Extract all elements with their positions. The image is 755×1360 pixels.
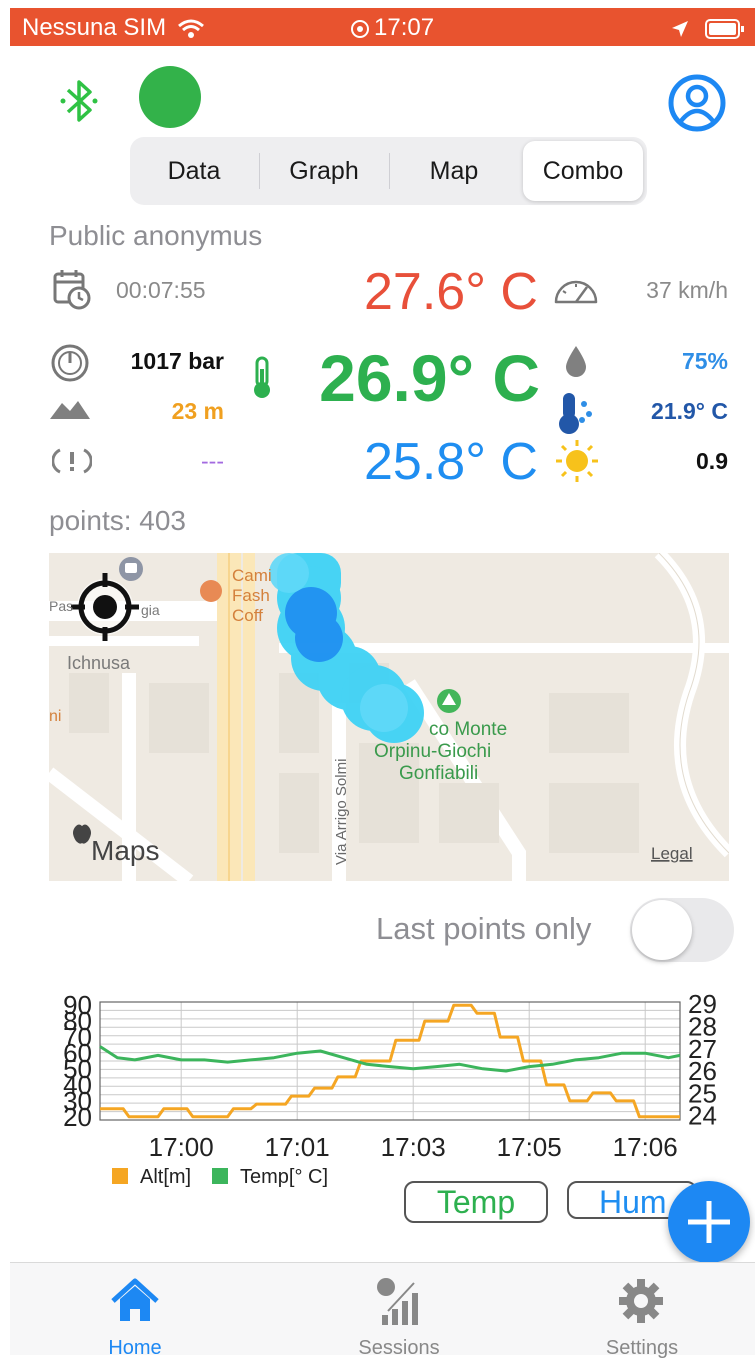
legend-label: Temp[° C] [240,1166,328,1188]
alarm-icon [351,19,369,38]
tab-sessions[interactable]: Sessions [324,1263,474,1359]
tab-settings[interactable]: Settings [567,1263,717,1359]
map-label-park-line3: Gonfiabili [399,763,478,784]
x-axis-tick: 17:00 [149,1132,214,1162]
x-axis-tick: 17:05 [497,1132,562,1162]
bluetooth-icon[interactable] [60,76,98,126]
segment-map[interactable]: Map [390,141,518,201]
calendar-clock-icon [53,270,91,310]
map-label-gia: gia [141,602,160,618]
current-temperature-value: 26.9° C [319,341,540,415]
x-axis-tick: 17:06 [613,1132,678,1162]
legend-swatch [212,1168,228,1184]
sun-uv-icon [556,440,598,482]
barometer-icon [51,344,89,382]
plus-icon [688,1201,730,1243]
status-time: 17:07 [350,14,434,42]
map-label-cami: Cami [232,566,272,585]
combo-line-chart: 908070605040302029282726252417:00 17:01 17… [63,990,717,1188]
segment-graph[interactable]: Graph [260,141,388,201]
location-arrow-icon [672,20,689,37]
map-label-coff: Coff [232,606,263,625]
user-profile-icon[interactable] [668,74,726,132]
x-axis-tick: 17:01 [265,1132,330,1162]
map-label-ichnusa: Ichnusa [67,653,131,673]
map-label-park-line2: Orpinu-Giochi [374,741,491,762]
view-mode-segmented-control: Data Graph Map Combo [130,137,647,205]
rotation-alert-icon [52,448,92,474]
left-axis-tick: 20 [63,1102,92,1132]
bottom-tab-bar: Home Sessions Settings [10,1262,755,1359]
status-bar: Nessuna SIM 17:07 [10,8,755,46]
altitude-value: 23 m [171,398,224,424]
speedometer-icon [554,280,598,304]
map-legal-link: Legal [651,844,693,863]
legend-swatch [112,1168,128,1184]
last-points-only-label: Last points only [376,911,592,946]
pressure-value: 1017 bar [130,348,224,374]
wifi-icon [177,19,204,38]
rotation-value: --- [201,448,224,474]
toggle-knob [632,900,692,960]
tab-settings-label: Settings [605,1337,679,1359]
dew-point-value: 21.9° C [651,398,728,424]
map-label-fash: Fash [232,586,270,605]
max-temperature-value: 27.6° C [363,263,538,321]
points-count-label: points: 403 [49,505,186,536]
last-points-only-toggle[interactable] [630,898,734,962]
thermometer-icon [254,356,270,398]
speed-value: 37 km/h [646,277,728,303]
map-label-pas: Pas [49,598,73,614]
segment-combo[interactable]: Combo [523,141,643,201]
uv-index-value: 0.9 [696,448,728,474]
connection-status-indicator [139,66,201,128]
carrier-label: Nessuna SIM [22,14,205,42]
tab-home-label: Home [108,1337,162,1359]
tab-sessions-label: Sessions [358,1337,440,1359]
min-temperature-value: 25.8° C [363,433,538,491]
x-axis-tick: 17:03 [381,1132,446,1162]
right-axis-tick: 24 [688,1101,717,1131]
temp-series-button[interactable]: Temp [404,1181,548,1223]
map-label-ni: ni [49,708,61,725]
legend-label: Alt[m] [140,1166,191,1188]
user-name-label: Public anonymus [49,220,263,251]
map-label-park-line1: co Monte [429,719,507,740]
maps-brand-label: Maps [91,835,159,866]
map-canvas[interactable]: Ichnusa Cami Fash Coff Pas gia ni co Mon… [49,553,729,881]
home-icon [111,1278,159,1321]
map-view[interactable]: Ichnusa Cami Fash Coff Pas gia ni co Mon… [49,553,729,881]
add-session-button[interactable] [668,1181,750,1263]
tab-home[interactable]: Home [60,1263,210,1359]
segment-data[interactable]: Data [130,141,258,201]
elapsed-time-value: 00:07:55 [116,277,206,303]
sessions-chart-icon [377,1278,418,1325]
battery-icon [705,18,744,39]
dew-point-icon [559,393,592,434]
map-label-street: Via Arrigo Solmi [333,759,350,865]
humidity-drop-icon [566,346,586,377]
status-right-icons [670,14,745,42]
humidity-value: 75% [681,348,728,374]
gear-icon [619,1279,663,1323]
altitude-mountain-icon [50,401,90,419]
